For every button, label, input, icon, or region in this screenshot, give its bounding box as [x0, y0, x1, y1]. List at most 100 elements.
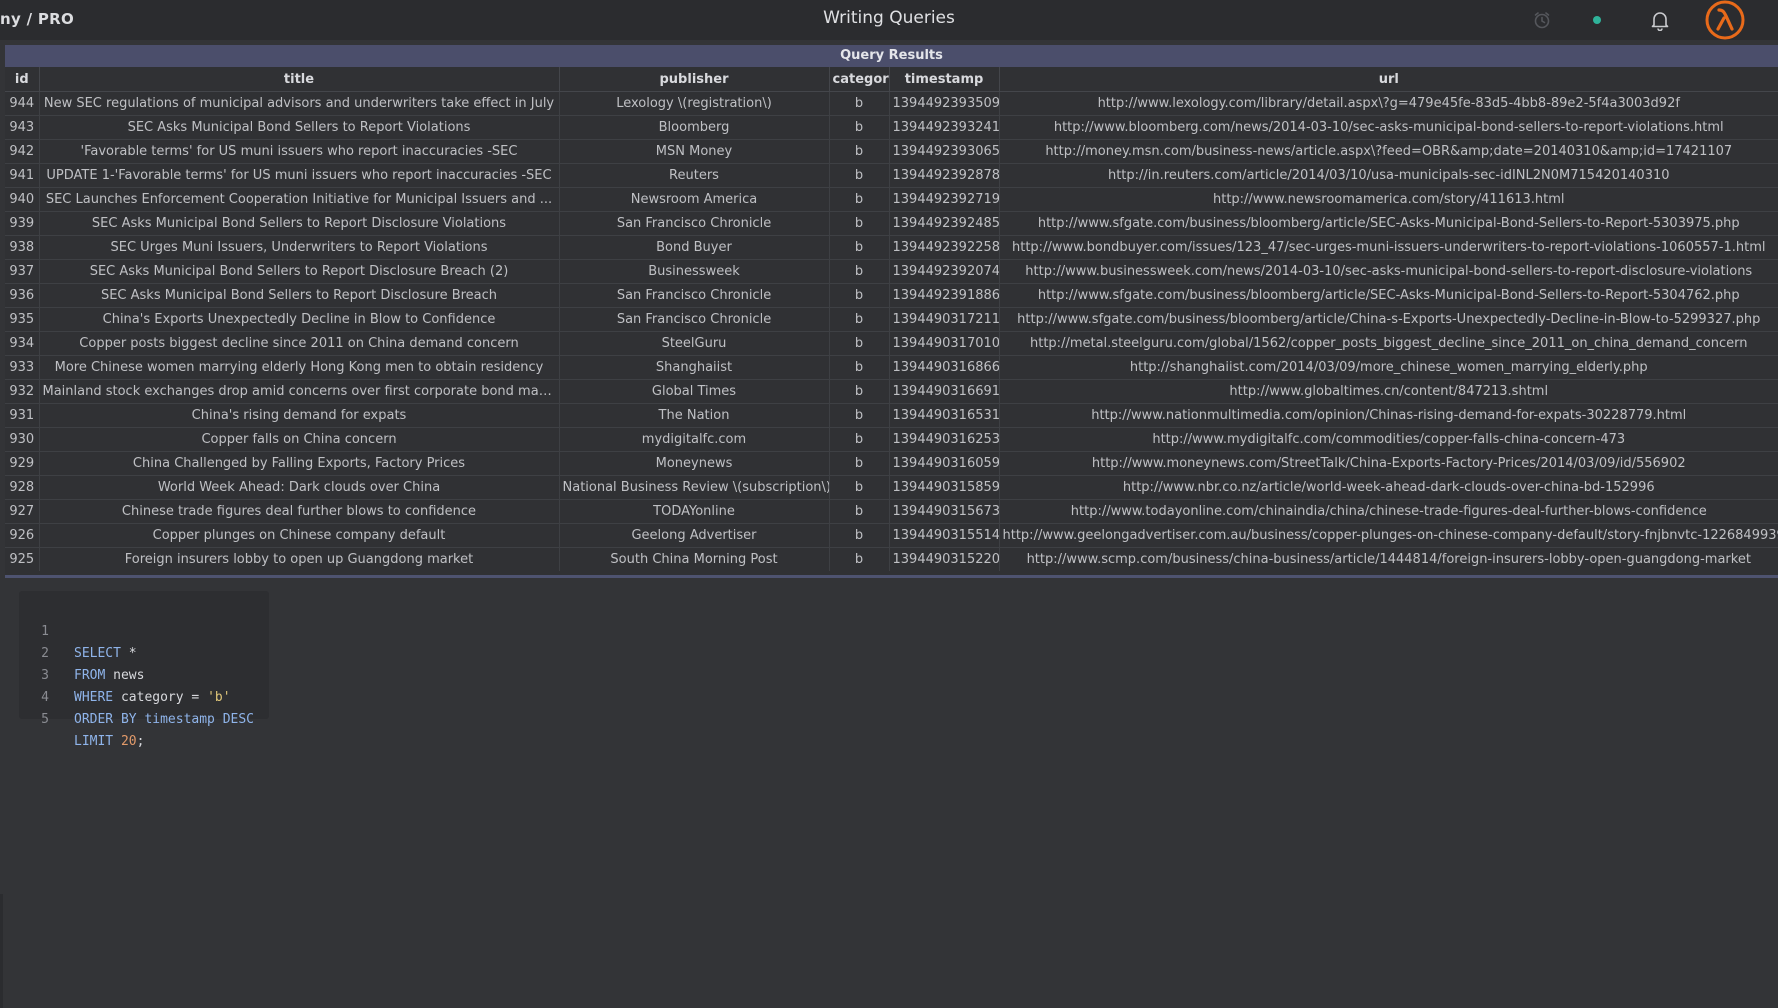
cell-publisher[interactable]: The Nation — [559, 403, 830, 428]
cell-category[interactable]: b — [829, 139, 890, 164]
cell-url[interactable]: http://www.moneynews.com/StreetTalk/Chin… — [999, 451, 1778, 476]
cell-title[interactable]: World Week Ahead: Dark clouds over China — [39, 475, 560, 500]
code-line[interactable]: 5 LIMIT 20; — [19, 687, 269, 749]
cell-title[interactable]: Mainland stock exchanges drop amid conce… — [39, 379, 560, 404]
cell-timestamp[interactable]: 1394490316691 — [889, 379, 1000, 404]
cell-category[interactable]: b — [829, 163, 890, 188]
cell-url[interactable]: http://www.sfgate.com/business/bloomberg… — [999, 283, 1778, 308]
cell-url[interactable]: http://www.businessweek.com/news/2014-03… — [999, 259, 1778, 284]
table-row[interactable]: 925 Foreign insurers lobby to open up Gua… — [5, 547, 1778, 571]
cell-id[interactable]: 944 — [5, 91, 40, 116]
code-line[interactable]: 2 FROM news — [19, 621, 269, 683]
table-row[interactable]: 941 UPDATE 1-'Favorable terms' for US mun… — [5, 163, 1778, 188]
cell-url[interactable]: http://www.sfgate.com/business/bloomberg… — [999, 307, 1778, 332]
cell-publisher[interactable]: Reuters — [559, 163, 830, 188]
cell-timestamp[interactable]: 1394492392258 — [889, 235, 1000, 260]
cell-id[interactable]: 934 — [5, 331, 40, 356]
column-header-timestamp[interactable]: timestamp — [889, 67, 1000, 92]
cell-publisher[interactable]: San Francisco Chronicle — [559, 211, 830, 236]
cell-id[interactable]: 940 — [5, 187, 40, 212]
cell-id[interactable]: 931 — [5, 403, 40, 428]
code-line[interactable]: 4 ORDER BY timestamp DESC — [19, 665, 269, 727]
cell-timestamp[interactable]: 1394490316253 — [889, 427, 1000, 452]
cell-title[interactable]: China Challenged by Falling Exports, Fac… — [39, 451, 560, 476]
cell-publisher[interactable]: Bloomberg — [559, 115, 830, 140]
code-line[interactable]: 1 SELECT * — [19, 599, 269, 661]
cell-timestamp[interactable]: 1394490315220 — [889, 547, 1000, 571]
cell-timestamp[interactable]: 1394490315859 — [889, 475, 1000, 500]
cell-title[interactable]: 'Favorable terms' for US muni issuers wh… — [39, 139, 560, 164]
cell-url[interactable]: http://www.nationmultimedia.com/opinion/… — [999, 403, 1778, 428]
cell-timestamp[interactable]: 1394492393065 — [889, 139, 1000, 164]
cell-id[interactable]: 928 — [5, 475, 40, 500]
cell-category[interactable]: b — [829, 427, 890, 452]
cell-category[interactable]: b — [829, 211, 890, 236]
cell-id[interactable]: 937 — [5, 259, 40, 284]
cell-publisher[interactable]: Bond Buyer — [559, 235, 830, 260]
cell-id[interactable]: 927 — [5, 499, 40, 524]
cell-category[interactable]: b — [829, 499, 890, 524]
cell-url[interactable]: http://www.newsroomamerica.com/story/411… — [999, 187, 1778, 212]
lambda-logo-icon[interactable] — [1703, 0, 1747, 40]
table-row[interactable]: 940 SEC Launches Enforcement Cooperation … — [5, 187, 1778, 212]
cell-category[interactable]: b — [829, 115, 890, 140]
cell-url[interactable]: http://www.sfgate.com/business/bloomberg… — [999, 211, 1778, 236]
cell-timestamp[interactable]: 1394490316531 — [889, 403, 1000, 428]
cell-url[interactable]: http://www.bloomberg.com/news/2014-03-10… — [999, 115, 1778, 140]
cell-timestamp[interactable]: 1394490317010 — [889, 331, 1000, 356]
cell-category[interactable]: b — [829, 259, 890, 284]
table-row[interactable]: 934 Copper posts biggest decline since 20… — [5, 331, 1778, 356]
cell-title[interactable]: Copper posts biggest decline since 2011 … — [39, 331, 560, 356]
cell-id[interactable]: 939 — [5, 211, 40, 236]
cell-title[interactable]: Copper falls on China concern — [39, 427, 560, 452]
column-header-title[interactable]: title — [39, 67, 560, 92]
cell-title[interactable]: SEC Launches Enforcement Cooperation Ini… — [39, 187, 560, 212]
table-row[interactable]: 928 World Week Ahead: Dark clouds over Ch… — [5, 475, 1778, 500]
cell-url[interactable]: http://shanghaiist.com/2014/03/09/more_c… — [999, 355, 1778, 380]
cell-title[interactable]: New SEC regulations of municipal advisor… — [39, 91, 560, 116]
cell-id[interactable]: 941 — [5, 163, 40, 188]
table-row[interactable]: 939 SEC Asks Municipal Bond Sellers to Re… — [5, 211, 1778, 236]
cell-id[interactable]: 926 — [5, 523, 40, 548]
cell-title[interactable]: UPDATE 1-'Favorable terms' for US muni i… — [39, 163, 560, 188]
cell-timestamp[interactable]: 1394492392878 — [889, 163, 1000, 188]
cell-category[interactable]: b — [829, 331, 890, 356]
table-row[interactable]: 943 SEC Asks Municipal Bond Sellers to Re… — [5, 115, 1778, 140]
cell-title[interactable]: SEC Asks Municipal Bond Sellers to Repor… — [39, 259, 560, 284]
table-row[interactable]: 930 Copper falls on China concern mydigita… — [5, 427, 1778, 452]
cell-publisher[interactable]: Newsroom America — [559, 187, 830, 212]
table-row[interactable]: 942 'Favorable terms' for US muni issuers… — [5, 139, 1778, 164]
cell-title[interactable]: Chinese trade figures deal further blows… — [39, 499, 560, 524]
cell-publisher[interactable]: Shanghaiist — [559, 355, 830, 380]
cell-url[interactable]: http://in.reuters.com/article/2014/03/10… — [999, 163, 1778, 188]
cell-url[interactable]: http://money.msn.com/business-news/artic… — [999, 139, 1778, 164]
table-row[interactable]: 936 SEC Asks Municipal Bond Sellers to Re… — [5, 283, 1778, 308]
cell-title[interactable]: China's rising demand for expats — [39, 403, 560, 428]
cell-category[interactable]: b — [829, 451, 890, 476]
code-line[interactable]: 3 WHERE category = 'b' — [19, 643, 269, 705]
cell-publisher[interactable]: Geelong Advertiser — [559, 523, 830, 548]
cell-id[interactable]: 930 — [5, 427, 40, 452]
cell-publisher[interactable]: Global Times — [559, 379, 830, 404]
column-header-url[interactable]: url — [999, 67, 1778, 92]
table-row[interactable]: 932 Mainland stock exchanges drop amid co… — [5, 379, 1778, 404]
table-row[interactable]: 935 China's Exports Unexpectedly Decline … — [5, 307, 1778, 332]
cell-url[interactable]: http://www.nbr.co.nz/article/world-week-… — [999, 475, 1778, 500]
cell-category[interactable]: b — [829, 283, 890, 308]
cell-timestamp[interactable]: 1394490315673 — [889, 499, 1000, 524]
cell-title[interactable]: SEC Asks Municipal Bond Sellers to Repor… — [39, 211, 560, 236]
cell-timestamp[interactable]: 1394490316059 — [889, 451, 1000, 476]
table-row[interactable]: 927 Chinese trade figures deal further bl… — [5, 499, 1778, 524]
cell-id[interactable]: 943 — [5, 115, 40, 140]
cell-publisher[interactable]: Businessweek — [559, 259, 830, 284]
cell-id[interactable]: 935 — [5, 307, 40, 332]
cell-title[interactable]: SEC Asks Municipal Bond Sellers to Repor… — [39, 115, 560, 140]
cell-timestamp[interactable]: 1394492392485 — [889, 211, 1000, 236]
cell-url[interactable]: http://www.lexology.com/library/detail.a… — [999, 91, 1778, 116]
cell-title[interactable]: China's Exports Unexpectedly Decline in … — [39, 307, 560, 332]
cell-publisher[interactable]: MSN Money — [559, 139, 830, 164]
cell-category[interactable]: b — [829, 475, 890, 500]
cell-category[interactable]: b — [829, 91, 890, 116]
cell-publisher[interactable]: TODAYonline — [559, 499, 830, 524]
cell-timestamp[interactable]: 1394492392719 — [889, 187, 1000, 212]
